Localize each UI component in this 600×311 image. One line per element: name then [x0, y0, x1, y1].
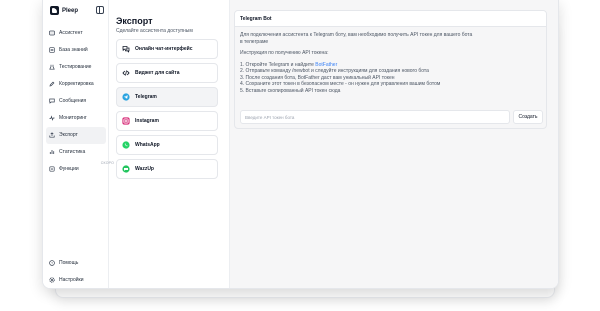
- sidebar: Pleep Ассистент База знаний Тестирование…: [43, 0, 114, 288]
- knowledge-base-icon: [49, 47, 55, 53]
- sidebar-nav: Ассистент База знаний Тестирование Корре…: [46, 25, 114, 178]
- functions-icon: [49, 166, 55, 172]
- export-option-label: WhatsApp: [135, 142, 160, 148]
- sidebar-item-settings[interactable]: Настройки: [46, 272, 106, 288]
- brand-name: Pleep: [62, 7, 79, 14]
- sidebar-item-knowledge-base[interactable]: База знаний: [46, 42, 106, 59]
- export-option-label: Instagram: [135, 118, 159, 124]
- sidebar-item-label: Тестирование: [59, 64, 92, 71]
- sidebar-item-statistics[interactable]: Статистика: [46, 144, 106, 161]
- svg-text:?: ?: [51, 262, 53, 266]
- export-option-label: Виджет для сайта: [135, 70, 180, 76]
- instagram-icon: [122, 117, 130, 125]
- sidebar-item-label: Экспорт: [59, 132, 78, 139]
- export-option-widget[interactable]: Виджет для сайта: [116, 63, 218, 83]
- coming-soon-badge: СКОРО: [100, 161, 114, 165]
- sidebar-item-messages[interactable]: Сообщения: [46, 93, 106, 110]
- telegram-icon: [122, 93, 130, 101]
- sidebar-item-functions[interactable]: Функции СКОРО: [46, 161, 114, 178]
- sidebar-item-label: Мониторинг: [59, 115, 87, 122]
- sidebar-item-export[interactable]: Экспорт: [46, 127, 106, 144]
- sidebar-item-help[interactable]: ? Помощь: [46, 255, 106, 272]
- telegram-settings-panel: Telegram Bot Для подключения ассистента …: [229, 0, 558, 288]
- sidebar-item-label: Статистика: [59, 149, 86, 156]
- export-panel: Экспорт Сделайте ассистента доступным Он…: [116, 16, 218, 179]
- sidebar-item-label: Настройки: [59, 277, 84, 284]
- brand: Pleep: [50, 6, 78, 15]
- code-icon: [122, 69, 130, 77]
- settings-icon: [49, 277, 55, 283]
- export-option-telegram[interactable]: Telegram: [116, 87, 218, 107]
- chat-icon: [122, 45, 130, 53]
- sidebar-item-testing[interactable]: Тестирование: [46, 59, 106, 76]
- api-token-input[interactable]: Введите API токен бота: [240, 110, 510, 124]
- sidebar-item-label: Функции: [59, 166, 79, 173]
- messages-icon: [49, 98, 55, 104]
- token-form: Введите API токен бота Создать: [240, 110, 543, 124]
- export-option-label: Telegram: [135, 94, 157, 100]
- statistics-icon: [49, 149, 55, 155]
- brand-logo-icon: [50, 6, 59, 15]
- step-text: 1. Откройте Telegram и найдите: [240, 61, 316, 68]
- export-option-whatsapp[interactable]: WhatsApp: [116, 135, 218, 155]
- export-option-chat[interactable]: Онлайн чат-интерфейс: [116, 39, 218, 59]
- sidebar-item-label: Сообщения: [59, 98, 87, 105]
- edit-icon: [49, 81, 55, 87]
- card-body: Для подключения ассистента к Telegram бо…: [235, 27, 546, 94]
- export-option-label: Онлайн чат-интерфейс: [135, 46, 193, 52]
- export-option-instagram[interactable]: Instagram: [116, 111, 218, 131]
- sidebar-toggle-icon[interactable]: [96, 6, 104, 14]
- telegram-bot-card: Telegram Bot Для подключения ассистента …: [234, 10, 547, 129]
- sidebar-item-label: Ассистент: [59, 30, 83, 37]
- page-subtitle: Сделайте ассистента доступным: [116, 28, 193, 34]
- instruction-step-5: 5. Вставьте скопированный API токен сюда: [240, 87, 341, 94]
- sidebar-item-assistant[interactable]: Ассистент: [46, 25, 106, 42]
- botfather-link[interactable]: BotFather: [315, 62, 337, 68]
- sidebar-item-corrections[interactable]: Корректировка: [46, 76, 106, 93]
- app-window: Pleep Ассистент База знаний Тестирование…: [42, 0, 559, 289]
- export-option-label: WazzUp: [135, 166, 154, 172]
- create-button[interactable]: Создать: [513, 110, 543, 124]
- card-title: Telegram Bot: [235, 11, 546, 27]
- assistant-icon: [49, 30, 55, 36]
- sidebar-item-label: Помощь: [59, 260, 79, 267]
- export-icon: [49, 132, 55, 138]
- whatsapp-icon: [122, 141, 130, 149]
- help-icon: ?: [49, 260, 55, 267]
- sidebar-item-label: Корректировка: [59, 81, 94, 88]
- testing-icon: [49, 64, 55, 70]
- monitoring-icon: [49, 115, 55, 122]
- export-option-wazzup[interactable]: WazzUp: [116, 159, 218, 179]
- wazzup-icon: [122, 165, 130, 173]
- page-title: Экспорт: [116, 16, 153, 26]
- sidebar-item-label: База знаний: [59, 47, 88, 54]
- sidebar-item-monitoring[interactable]: Мониторинг: [46, 110, 106, 127]
- sidebar-bottom-nav: ? Помощь Настройки: [46, 255, 106, 288]
